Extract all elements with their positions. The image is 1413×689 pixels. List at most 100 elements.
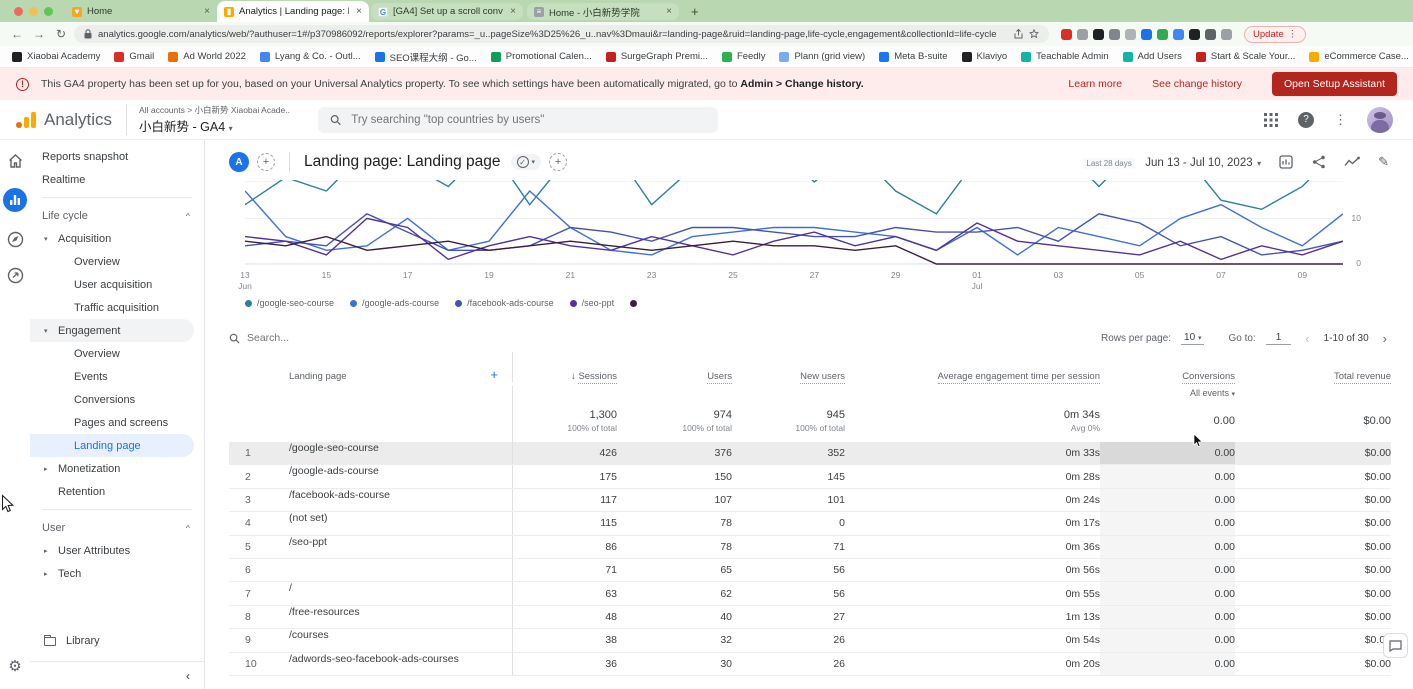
bookmark-item[interactable]: Lyang & Co. - Outl... <box>260 51 361 62</box>
browser-tab[interactable]: G[GA4] Set up a scroll conversi× <box>371 3 523 20</box>
advertising-icon[interactable] <box>6 266 24 284</box>
sidebar-item-acquisition[interactable]: ▾Acquisition <box>30 227 204 250</box>
sidebar-item-pages-and-screens[interactable]: Pages and screens <box>30 411 204 434</box>
chevron-expanded-icon[interactable]: ▾ <box>44 235 48 243</box>
see-change-history-link[interactable]: See change history <box>1152 78 1242 90</box>
chevron-collapsed-icon[interactable]: ▸ <box>44 465 48 473</box>
previous-page-icon[interactable]: ‹ <box>1301 331 1313 346</box>
sidebar-item-landing-page[interactable]: Landing page <box>30 434 194 457</box>
bookmark-star-icon[interactable] <box>1029 29 1039 39</box>
column-landing-page[interactable]: Landing page <box>271 371 347 382</box>
reports-icon[interactable] <box>3 188 27 212</box>
add-column-icon[interactable]: + <box>490 367 498 382</box>
extension-icon[interactable] <box>1189 29 1200 40</box>
add-comparison-button[interactable]: + <box>257 153 275 171</box>
bookmark-item[interactable]: Gmail <box>114 51 154 62</box>
sidebar-item-overview[interactable]: Overview <box>30 342 204 365</box>
column-avg-engagement[interactable]: Average engagement time per session <box>845 371 1100 382</box>
user-avatar[interactable] <box>1367 107 1393 133</box>
edit-comparison-icon[interactable] <box>1279 155 1294 169</box>
bookmark-item[interactable]: SEO课程大纲 - Go... <box>375 50 477 64</box>
chevron-up-icon[interactable]: ^ <box>186 212 190 220</box>
bookmark-item[interactable]: Xiaobai Academy <box>12 51 100 62</box>
tab-close-icon[interactable]: × <box>508 6 516 17</box>
column-users[interactable]: Users <box>617 371 732 382</box>
bookmark-item[interactable]: Klaviyo <box>962 51 1008 62</box>
bookmark-item[interactable]: Start & Scale Your... <box>1196 51 1296 62</box>
extension-icon[interactable] <box>1173 29 1184 40</box>
table-search-input[interactable] <box>247 332 367 344</box>
extension-icon[interactable] <box>1109 29 1120 40</box>
bookmark-item[interactable]: Feedly <box>722 51 766 62</box>
table-row[interactable]: 7/6362560m 55s0.00$0.00 <box>229 582 1391 605</box>
back-icon[interactable]: ← <box>8 27 26 41</box>
feedback-chat-button[interactable] <box>1383 633 1408 658</box>
account-switcher[interactable]: All accounts > 小白新势 Xiaobai Acade.. 小白新势… <box>126 104 290 135</box>
table-row[interactable]: 2/google-ads-course1751501450m 28s0.00$0… <box>229 465 1391 488</box>
extension-icon[interactable] <box>1157 29 1168 40</box>
sidebar-item-retention[interactable]: Retention <box>30 480 204 503</box>
browser-tab[interactable]: ▮Analytics | Landing page: Land× <box>217 1 369 22</box>
extension-icon[interactable] <box>1205 29 1216 40</box>
insights-icon[interactable] <box>1344 156 1360 168</box>
browser-tab[interactable]: ≡Home - 小白新势学院× <box>527 3 679 20</box>
customize-report-icon[interactable]: ✎ <box>1378 154 1389 170</box>
help-icon[interactable]: ? <box>1298 112 1314 128</box>
column-new-users[interactable]: New users <box>732 371 845 382</box>
go-to-input[interactable]: 1 <box>1266 332 1292 345</box>
line-chart-plot[interactable] <box>245 180 1343 266</box>
sidebar-item-events[interactable]: Events <box>30 365 204 388</box>
forward-icon[interactable]: → <box>30 27 48 41</box>
bookmark-item[interactable]: Meta B-suite <box>879 51 947 62</box>
sidebar-item-user-attributes[interactable]: ▸User Attributes <box>30 539 204 562</box>
sidebar-item-overview[interactable]: Overview <box>30 250 204 273</box>
browser-tab[interactable]: ♥Home× <box>65 1 217 22</box>
sidebar-item-tech[interactable]: ▸Tech <box>30 562 204 585</box>
bookmark-item[interactable]: Promotional Calen... <box>491 51 592 62</box>
next-page-icon[interactable]: › <box>1379 331 1391 346</box>
sidebar-item-user[interactable]: User^ <box>30 516 204 539</box>
bookmark-item[interactable]: Ad World 2022 <box>168 51 246 62</box>
all-events-selector[interactable]: All events ▾ <box>1100 388 1235 398</box>
share-icon[interactable] <box>1014 29 1023 39</box>
extension-icon[interactable] <box>1125 29 1136 40</box>
sidebar-item-realtime[interactable]: Realtime <box>30 168 204 191</box>
table-row[interactable]: 9/courses3832260m 54s0.00$0.00 <box>229 629 1391 652</box>
add-metric-button[interactable]: + <box>549 153 567 171</box>
table-row[interactable]: 4(not set)1157800m 17s0.00$0.00 <box>229 512 1391 535</box>
sidebar-item-life-cycle[interactable]: Life cycle^ <box>30 204 204 227</box>
new-tab-button[interactable]: + <box>681 4 709 19</box>
extension-icon[interactable] <box>1093 29 1104 40</box>
close-window-button[interactable] <box>14 7 23 16</box>
sidebar-item-conversions[interactable]: Conversions <box>30 388 204 411</box>
update-button[interactable]: Update ⋮ <box>1244 26 1306 43</box>
extension-icon[interactable] <box>1221 29 1232 40</box>
apps-grid-icon[interactable] <box>1264 113 1278 127</box>
date-range-picker[interactable]: Last 28 days Jun 13 - Jul 10, 2023 ▾ <box>1083 153 1261 171</box>
bookmark-item[interactable]: SurgeGraph Premi... <box>606 51 708 62</box>
table-row[interactable]: 1/google-seo-course4263763520m 33s0.00$0… <box>229 442 1391 465</box>
home-icon[interactable] <box>6 152 24 170</box>
table-row[interactable]: 5/seo-ppt8678710m 36s0.00$0.00 <box>229 536 1391 559</box>
chevron-up-icon[interactable]: ^ <box>186 524 190 532</box>
share-report-icon[interactable] <box>1312 155 1326 169</box>
tab-close-icon[interactable]: × <box>202 6 210 17</box>
column-conversions[interactable]: Conversions <box>1100 371 1235 382</box>
bookmark-item[interactable]: eCommerce Case... <box>1309 51 1408 62</box>
table-search[interactable] <box>229 332 367 344</box>
table-row[interactable]: 8/free-resources4840271m 13s0.00$0.00 <box>229 606 1391 629</box>
learn-more-link[interactable]: Learn more <box>1068 78 1122 90</box>
sidebar-item-library[interactable]: Library <box>30 629 204 653</box>
extension-icon[interactable] <box>1141 29 1152 40</box>
chevron-collapsed-icon[interactable]: ▸ <box>44 570 48 578</box>
address-bar[interactable]: analytics.google.com/analytics/web/?auth… <box>74 25 1049 43</box>
sidebar-item-user-acquisition[interactable]: User acquisition <box>30 273 204 296</box>
chevron-expanded-icon[interactable]: ▾ <box>44 327 48 335</box>
reload-icon[interactable]: ↻ <box>52 27 70 41</box>
sidebar-item-monetization[interactable]: ▸Monetization <box>30 457 204 480</box>
zoom-window-button[interactable] <box>44 7 53 16</box>
minimize-window-button[interactable] <box>29 7 38 16</box>
open-setup-assistant-button[interactable]: Open Setup Assistant <box>1272 72 1397 96</box>
table-row[interactable]: 67165560m 56s0.00$0.00 <box>229 559 1391 582</box>
sidebar-item-reports-snapshot[interactable]: Reports snapshot <box>30 145 204 168</box>
